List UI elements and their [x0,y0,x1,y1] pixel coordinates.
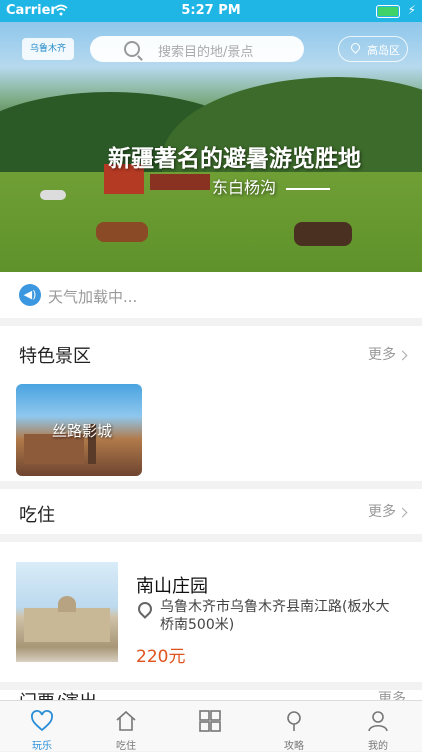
status-bar: Carrier 5:27 PM ⚡ [0,0,422,22]
featured-section: 特色景区 更多 丝路影城 [0,326,422,481]
region-label: 高岛区 [367,44,400,57]
region-selector[interactable]: 高岛区 [338,36,408,62]
weather-bar: ◀) 天气加载中... [0,272,422,318]
tab-guide[interactable]: 攻略 [252,701,336,752]
hotel-price: 220元 [136,647,186,667]
tab-play[interactable]: 玩乐 [0,701,84,752]
tab-eat-stay[interactable]: 吃住 [84,701,168,752]
search-icon [124,41,140,57]
eat-stay-more-link[interactable]: 更多 [368,501,408,521]
heart-icon [31,710,53,732]
search-bar[interactable]: 搜索目的地/景点 [90,36,304,62]
app-logo[interactable]: 乌鲁木齐 [22,38,74,60]
tab-bar: 玩乐 吃住 攻略 我的 [0,700,422,752]
tickets-section: 门票/演出 更多 [0,690,422,700]
chevron-right-icon [397,507,408,517]
tickets-more-link[interactable]: 更多 [378,690,406,700]
location-pin-icon [135,599,155,619]
pin-icon [287,711,301,731]
status-time: 5:27 PM [181,3,241,18]
banner-subtitle: 东白杨沟 [212,174,331,198]
weather-text: 天气加载中... [48,288,138,306]
featured-more-link[interactable]: 更多 [368,344,408,364]
tab-grid[interactable] [168,701,252,751]
banner-title: 新疆著名的避暑游览胜地 [108,146,361,172]
speaker-icon: ◀) [19,284,41,306]
eat-stay-section: 吃住 更多 [0,489,422,534]
hotel-image [16,562,118,662]
user-icon [368,711,388,732]
charging-icon: ⚡ [407,3,416,17]
featured-title: 特色景区 [19,346,91,367]
featured-card[interactable]: 丝路影城 [16,384,142,476]
eat-stay-title: 吃住 [19,505,55,526]
location-pin-icon [349,41,362,54]
hotel-address: 乌鲁木齐市乌鲁木齐县南江路(板水大桥南500米) [160,599,390,633]
grid-icon [199,710,221,732]
hero-banner[interactable]: 乌鲁木齐 搜索目的地/景点 高岛区 新疆著名的避暑游览胜地 东白杨沟 [0,22,422,272]
search-placeholder: 搜索目的地/景点 [158,45,254,60]
home-icon [116,710,136,731]
chevron-right-icon [397,350,408,360]
hotel-card[interactable]: 南山庄园 乌鲁木齐市乌鲁木齐县南江路(板水大桥南500米) 220元 [0,542,422,682]
featured-card-label: 丝路影城 [52,422,113,440]
tab-profile[interactable]: 我的 [336,701,420,752]
tickets-title: 门票/演出 [19,690,97,700]
battery-icon [376,5,400,18]
hotel-name: 南山庄园 [136,576,208,597]
